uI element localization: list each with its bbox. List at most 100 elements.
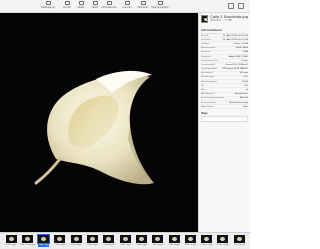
filmstrip-thumbnail[interactable]: Calla 9.jpg — [151, 235, 165, 249]
info-value: Ja — [246, 89, 248, 92]
info-key: Blendenwert — [201, 76, 215, 79]
thumbnail-label: Calla 1.jpg — [6, 244, 16, 246]
info-key: ISO — [201, 84, 205, 87]
info-icon — [106, 1, 112, 5]
forward-arrow-icon — [78, 1, 84, 5]
toolbar: Bearbeitung Zurück Weiter Teilen Informa… — [0, 0, 250, 13]
filmstrip-thumbnail[interactable]: Calla 8.jpg — [134, 235, 148, 249]
info-value: 22. April 2020 um 12:26 — [222, 34, 248, 37]
info-table: Erstellt 22. April 2020 um 12:26 Geändert 2… — [201, 34, 248, 110]
thumbnail-label: Calla 8.jpg — [136, 244, 147, 246]
info-value: 1/160 — [242, 80, 248, 83]
thumbnail-image — [119, 235, 131, 243]
file-meta: JPEG-Bild · 7,3 MB — [210, 19, 232, 22]
thumbnail-image — [37, 234, 51, 244]
share-icon — [92, 1, 98, 5]
thumbnail-image — [201, 235, 213, 243]
info-sidebar: Calla 2 Druckfoto.jpg JPEG-Bild · 7,3 MB… — [198, 13, 250, 232]
thumbnail-label: Calla 1 Druck.jpg — [19, 244, 35, 246]
filmstrip-thumbnail[interactable]: Calla 7.jpg — [118, 235, 132, 249]
thumbnail-image — [135, 235, 147, 243]
filmstrip-thumbnail[interactable]: Calla 12.jpg — [200, 235, 214, 249]
info-key: Geändert — [201, 38, 211, 41]
filmstrip-thumbnail[interactable]: Calla 5.jpg — [86, 235, 100, 249]
info-key: Erstellt — [201, 34, 209, 37]
info-value: Mehrfeldmessung — [229, 101, 248, 104]
filmstrip-thumbnail[interactable]: Calla 6.jpg — [102, 235, 116, 249]
trash-icon — [124, 1, 130, 5]
thumbnail-image — [217, 235, 229, 243]
info-value: Heute, 13:44 — [234, 42, 248, 45]
info-value: 22. April 2020 um 12:26 — [222, 38, 248, 41]
info-key: Objektivmodell — [201, 68, 217, 71]
thumbnail-label: Calla 14.jpg — [233, 244, 245, 246]
info-key: Messmethode — [201, 101, 216, 104]
thumbnail-label: Calla 3.jpg — [55, 244, 65, 246]
flag-icon — [140, 1, 146, 5]
tags-input[interactable] — [201, 116, 248, 123]
info-value: 5184×3456 — [235, 47, 248, 50]
info-value: Manuell — [239, 97, 248, 100]
thumbnail-label: Calla 4.jpg — [71, 244, 81, 246]
info-value: EF100mm f/2.8L MACRO — [222, 68, 248, 71]
tags-title: Tags — [201, 112, 208, 116]
thumbnail-image — [184, 235, 196, 243]
filmstrip-thumbnail[interactable]: Calla 14.jpg — [232, 235, 246, 249]
thumbnail-label: Calla 7.jpg — [120, 244, 130, 246]
sidebar-toggle-icon[interactable] — [228, 3, 234, 9]
filmstrip-thumbnail[interactable]: Calla 10.jpg — [167, 235, 181, 249]
info-key: Brennweite — [201, 72, 213, 75]
file-header: Calla 2 Druckfoto.jpg JPEG-Bild · 7,3 MB — [201, 15, 248, 25]
back-arrow-icon — [64, 1, 70, 5]
info-key: Blitz — [201, 89, 206, 92]
info-value: 100 — [244, 84, 248, 87]
thumbnail-label: Calla 13.jpg — [217, 244, 229, 246]
file-thumbnail — [201, 15, 209, 23]
thumbnail-label: Calla 11.jpg — [184, 244, 196, 246]
thumbnail-image — [87, 235, 98, 243]
add-tags-button[interactable]: Tags hinzufügen — [150, 0, 170, 13]
info-value: Automatisch — [234, 93, 248, 96]
thumbnail-label: Calla 10.jpg — [168, 244, 180, 246]
info-value: 100 mm — [239, 72, 248, 75]
filmstrip-thumbnail[interactable]: Calla 1.jpg — [4, 235, 18, 249]
info-value: Canon — [241, 59, 248, 62]
filmstrip-thumbnail[interactable]: Calla 3.jpg — [53, 235, 67, 249]
info-value: Canon EOS 7D Mark II — [225, 63, 248, 66]
info-value: Nein — [243, 105, 248, 108]
filmstrip-thumbnail[interactable]: Calla 1 Druck.jpg — [19, 235, 35, 249]
info-key: Belichtungszeit — [201, 80, 217, 83]
thumbnail-label: Calla 6.jpg — [104, 244, 114, 246]
thumbnail-label: Calla 9.jpg — [152, 244, 163, 246]
thumbnail-image — [21, 235, 33, 243]
info-key: Gerätehersteller — [201, 59, 219, 62]
thumbnail-label: Calla 12.jpg — [201, 244, 212, 246]
fullscreen-icon[interactable] — [238, 3, 244, 9]
info-key: Gerätemodell — [201, 63, 216, 66]
info-button[interactable]: Informationen — [99, 0, 119, 13]
thumbnail-label: Calla 2.jpg — [37, 244, 50, 247]
info-value: RGB — [243, 51, 248, 54]
info-value: Adobe RGB (1998) — [228, 55, 248, 58]
thumbnail-image — [168, 235, 180, 243]
pencil-icon — [45, 1, 51, 5]
info-key: Farbprofil — [201, 55, 211, 58]
info-key: Weißabgleich — [201, 93, 215, 96]
info-key: Alpha-Kanal — [201, 105, 214, 108]
info-key: Farbraum — [201, 51, 211, 54]
photo-viewer[interactable] — [0, 13, 198, 232]
thumbnail-image — [103, 235, 115, 243]
edit-button[interactable]: Bearbeitung — [38, 0, 58, 13]
info-key: Abmessungen — [201, 47, 216, 50]
thumbnail-image — [5, 235, 17, 243]
thumbnail-image — [152, 235, 164, 243]
filmstrip-thumbnail[interactable]: Calla 13.jpg — [216, 235, 230, 249]
filmstrip: Calla 1.jpg Calla 1 Druck.jpg Calla 2.jpg C… — [0, 232, 250, 249]
filmstrip-thumbnail[interactable]: Calla 2.jpg — [37, 234, 51, 249]
info-row: Alpha-Kanal Nein — [201, 105, 248, 110]
info-value: f/11 — [243, 76, 248, 79]
thumbnail-image — [54, 235, 66, 243]
filmstrip-thumbnail[interactable]: Calla 11.jpg — [183, 235, 197, 249]
thumbnail-label: Calla 5.jpg — [87, 244, 98, 246]
filmstrip-thumbnail[interactable]: Calla 4.jpg — [69, 235, 83, 249]
